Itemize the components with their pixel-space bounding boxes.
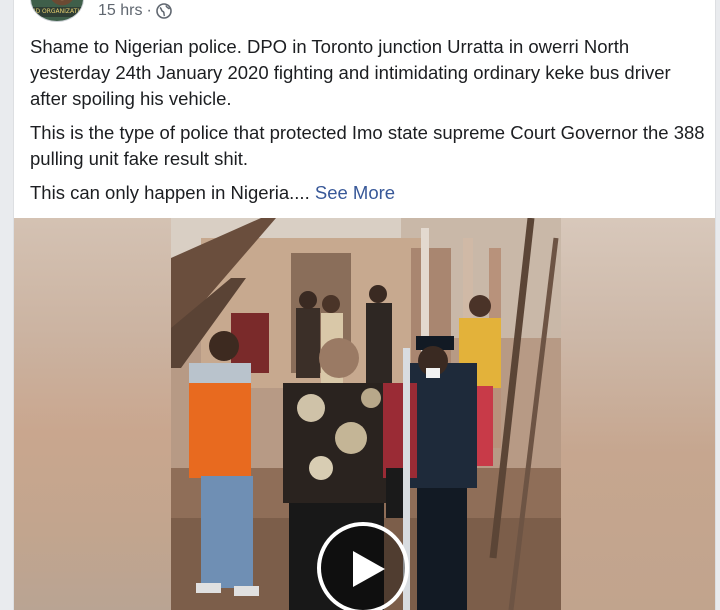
avatar[interactable]: ND ORGANIZATION: [30, 0, 84, 22]
post-paragraph-3: This can only happen in Nigeria.... See …: [30, 180, 710, 206]
post-paragraph-1: Shame to Nigerian police. DPO in Toronto…: [30, 36, 671, 109]
see-more-link[interactable]: See More: [315, 182, 395, 203]
post-paragraph-3-text: This can only happen in Nigeria....: [30, 182, 315, 203]
globe-icon[interactable]: [155, 3, 172, 19]
meta-separator: ·: [146, 2, 152, 19]
video-player[interactable]: [14, 218, 715, 610]
avatar-text: ND ORGANIZATION: [31, 8, 84, 15]
post-text: Shame to Nigerian police. DPO in Toronto…: [30, 34, 710, 214]
play-icon: [353, 551, 385, 587]
post-header: ND ORGANIZATION 15 hrs ·: [14, 0, 715, 26]
play-button[interactable]: [317, 522, 409, 610]
post-meta: 15 hrs ·: [98, 1, 172, 21]
post-paragraph-2: This is the type of police that protecte…: [30, 122, 705, 169]
video-blur-left: [14, 218, 171, 610]
post-timestamp[interactable]: 15 hrs: [98, 2, 142, 20]
video-blur-right: [561, 218, 715, 610]
post-card: ND ORGANIZATION 15 hrs · Shame to Nigeri…: [13, 0, 716, 610]
